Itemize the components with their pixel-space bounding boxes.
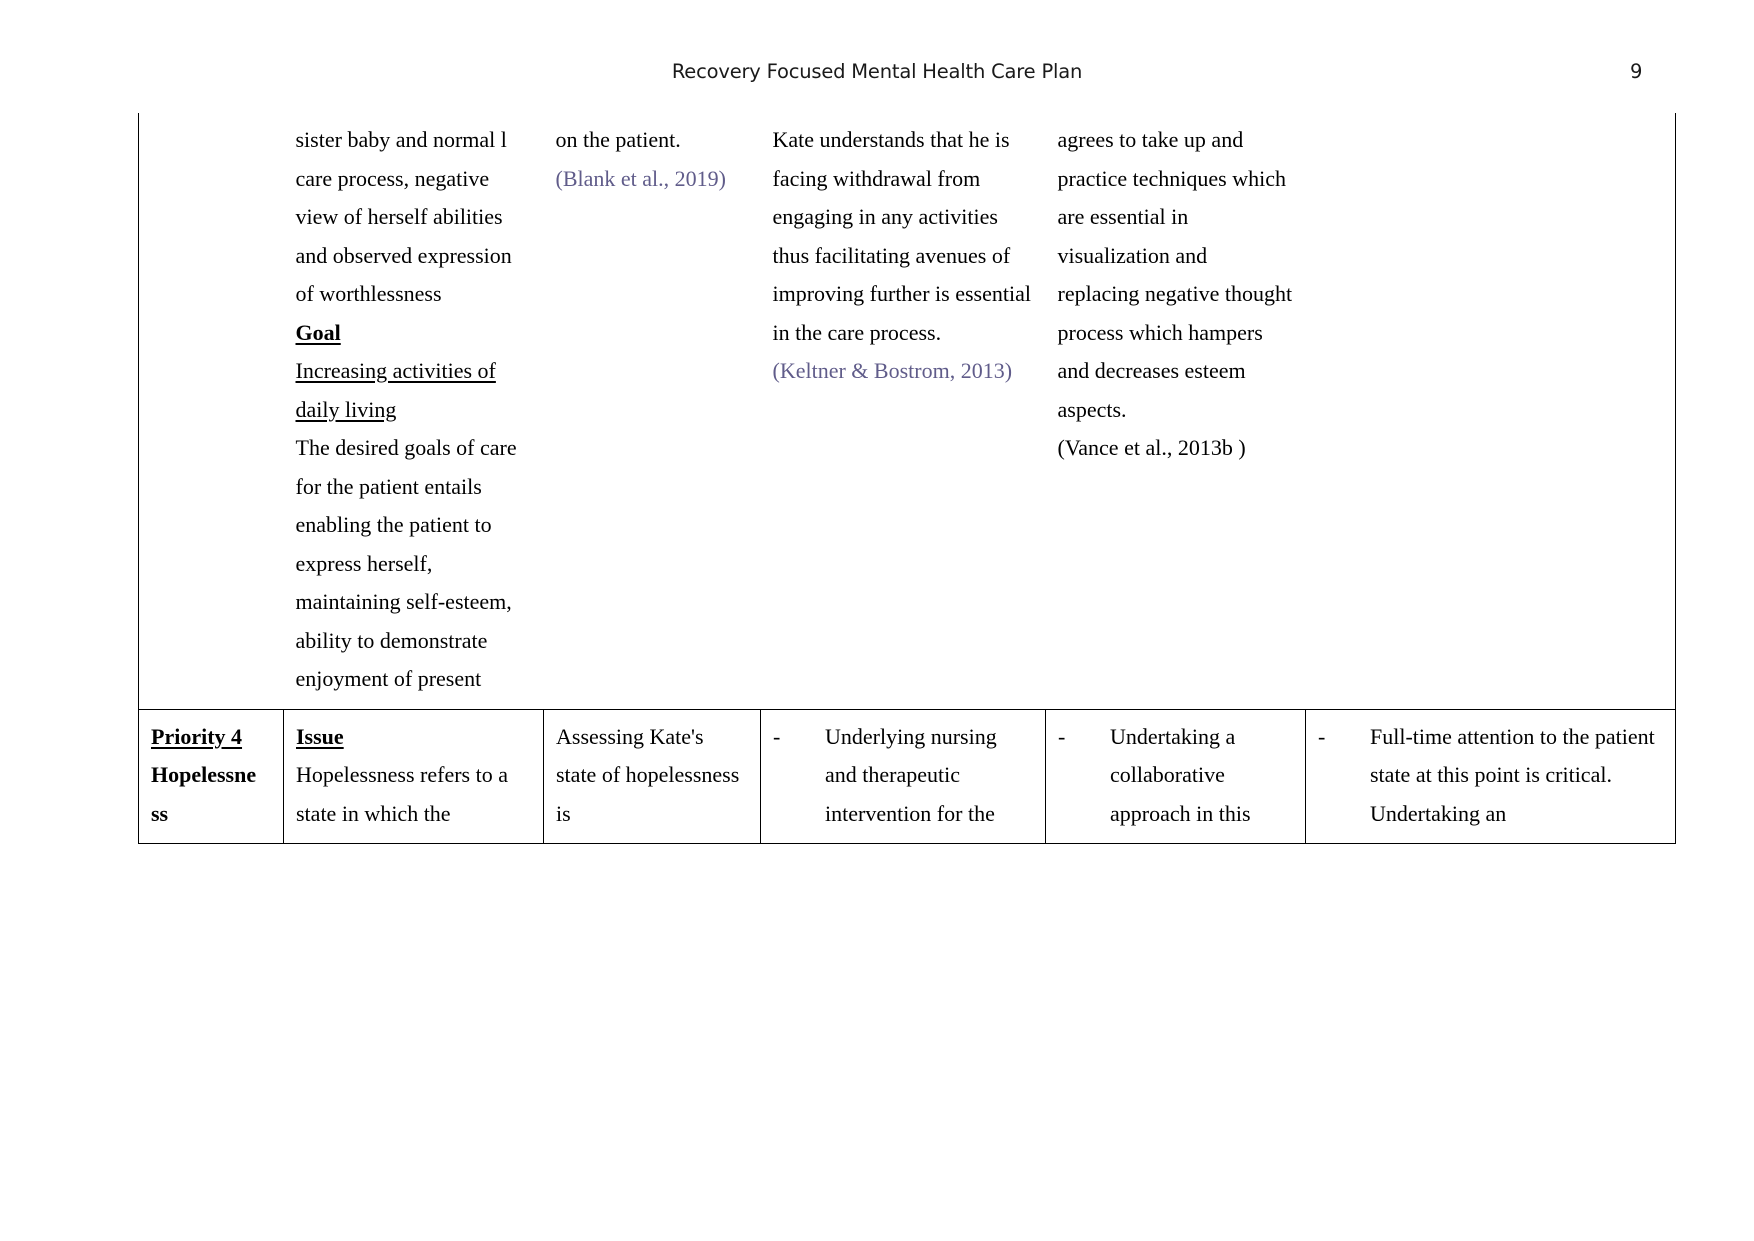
table-row-continuation: sister baby and normal l care process, n… — [138, 113, 1676, 710]
cell-evaluation-continuation — [1305, 113, 1676, 710]
care-plan-table: sister baby and normal l care process, n… — [138, 113, 1676, 844]
issue-heading: Issue — [296, 723, 344, 749]
goal-description: The desired goals of care for the patien… — [295, 435, 517, 691]
assessment-continuation-text: on the patient. — [555, 127, 681, 152]
priority-label: Priority 4 — [151, 723, 243, 749]
implementation-description: Undertaking a collaborative approach in … — [1110, 723, 1251, 826]
issue-continuation-text: sister baby and normal l care process, n… — [295, 127, 512, 306]
implementation-citation: (Vance et al., 2013b ) — [1057, 435, 1246, 460]
cell-implementation-priority-4: - Undertaking a collaborative approach i… — [1045, 708, 1306, 844]
intervention-description: Underlying nursing and therapeutic inter… — [825, 723, 997, 826]
assessment-citation: (Blank et al., 2019) — [555, 165, 726, 191]
list-item: - Undertaking a collaborative approach i… — [1058, 718, 1293, 834]
dash-bullet-icon: - — [773, 723, 781, 749]
cell-implementation-continuation: agrees to take up and practice technique… — [1045, 113, 1306, 710]
evaluation-description: Full-time attention to the patient state… — [1370, 723, 1655, 826]
priority-name: Hopelessne ss — [151, 762, 257, 826]
document-header-title: Recovery Focused Mental Health Care Plan — [671, 60, 1083, 83]
page-number: 9 — [1630, 60, 1643, 83]
cell-evaluation-priority-4: - Full-time attention to the patient sta… — [1305, 708, 1676, 844]
cell-intervention-priority-4: - Underlying nursing and therapeutic int… — [760, 708, 1046, 844]
assessment-description: Assessing Kate's state of hopelessness i… — [556, 723, 740, 826]
list-item: - Full-time attention to the patient sta… — [1318, 718, 1663, 834]
cell-issue-priority-4: Issue Hopelessness refers to a state in … — [283, 708, 544, 844]
goal-heading: Goal — [295, 319, 341, 345]
dash-bullet-icon: - — [1058, 723, 1066, 749]
page-header: Recovery Focused Mental Health Care Plan… — [0, 60, 1754, 96]
intervention-citation: (Keltner & Bostrom, 2013) — [772, 358, 1013, 383]
issue-description: Hopelessness refers to a state in which … — [296, 762, 508, 826]
cell-priority-4: Priority 4 Hopelessne ss — [138, 708, 284, 844]
goal-statement: Increasing activities of daily living — [295, 358, 496, 422]
dash-bullet-icon: - — [1318, 723, 1326, 749]
table-row-priority-4: Priority 4 Hopelessne ss Issue Hopelessn… — [138, 708, 1676, 844]
intervention-continuation-text: Kate understands that he is facing withd… — [772, 127, 1031, 345]
list-item: - Underlying nursing and therapeutic int… — [773, 718, 1033, 834]
cell-issue-goal-continuation: sister baby and normal l care process, n… — [283, 113, 544, 710]
cell-priority-continuation — [138, 113, 284, 710]
implementation-continuation-text: agrees to take up and practice technique… — [1057, 127, 1293, 422]
cell-assessment-continuation: on the patient. (Blank et al., 2019) — [543, 113, 761, 710]
cell-intervention-continuation: Kate understands that he is facing withd… — [760, 113, 1046, 710]
cell-assessment-priority-4: Assessing Kate's state of hopelessness i… — [543, 708, 761, 844]
